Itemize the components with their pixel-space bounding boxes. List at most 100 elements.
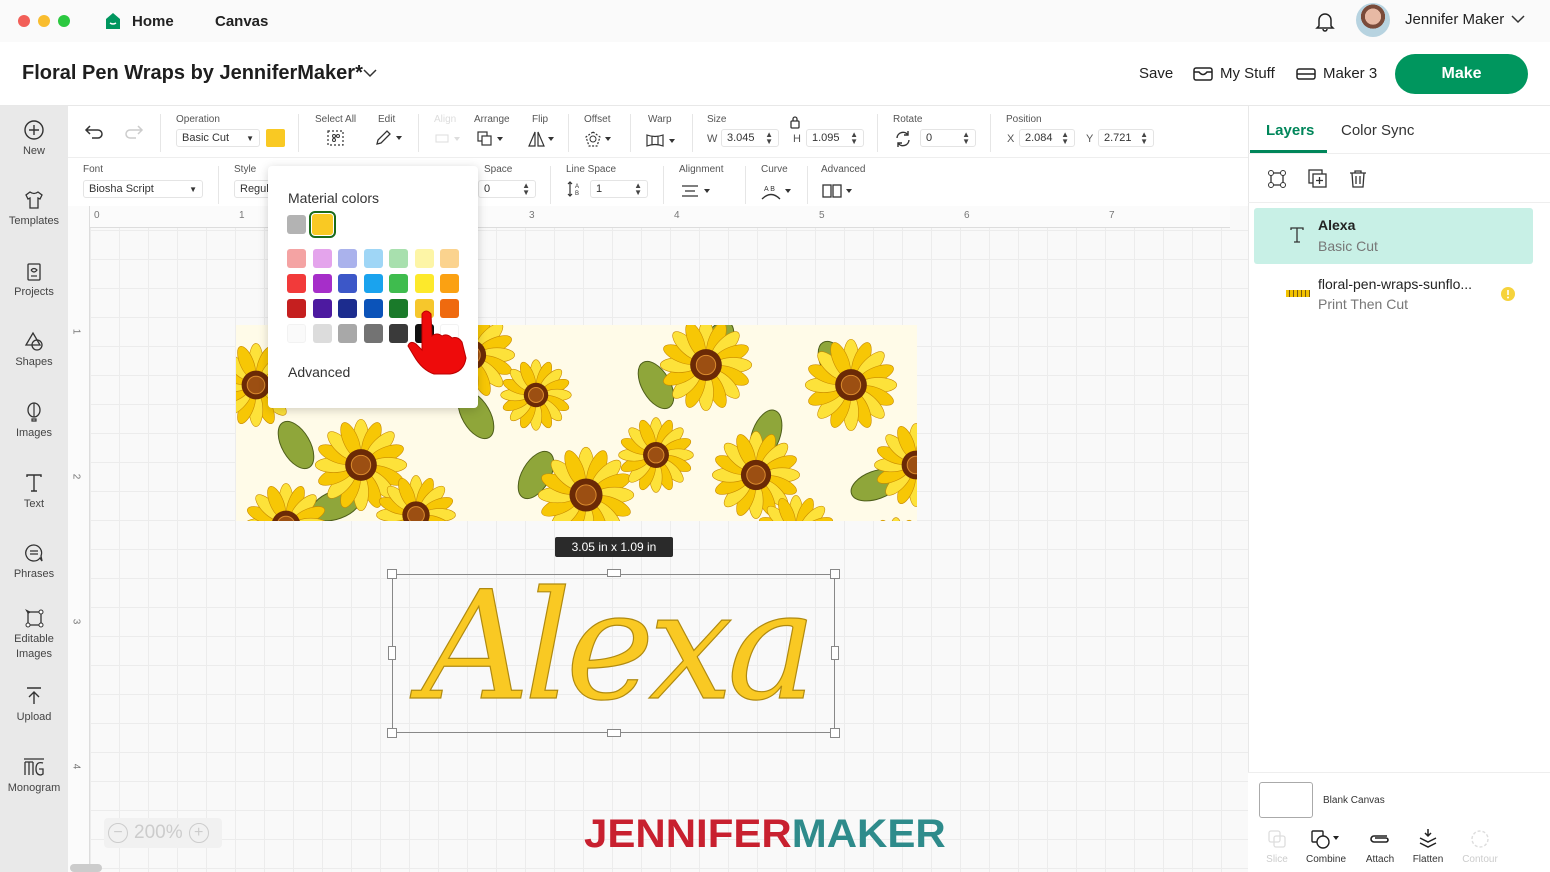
select-all-icon[interactable] bbox=[326, 129, 346, 147]
font-select[interactable]: Biosha Script ▼ bbox=[83, 180, 203, 198]
machine-button[interactable]: Maker 3 bbox=[1296, 65, 1377, 82]
color-swatch[interactable] bbox=[338, 249, 357, 268]
zoom-out-icon[interactable]: − bbox=[108, 823, 128, 843]
slice-button[interactable]: Slice bbox=[1251, 828, 1303, 865]
user-name[interactable]: Jennifer Maker bbox=[1405, 11, 1504, 28]
slice-label: Slice bbox=[1266, 854, 1288, 865]
color-swatch[interactable] bbox=[414, 249, 434, 268]
color-swatch[interactable] bbox=[312, 249, 332, 268]
operation-color-swatch[interactable] bbox=[266, 129, 285, 147]
recent-color-swatch[interactable] bbox=[287, 215, 306, 234]
color-swatch[interactable] bbox=[312, 274, 332, 293]
close-window-button[interactable] bbox=[18, 15, 30, 27]
sidebar-item-projects[interactable]: Projects bbox=[0, 260, 68, 298]
color-swatch[interactable] bbox=[287, 249, 306, 268]
warning-icon[interactable] bbox=[1500, 286, 1516, 302]
color-swatch[interactable] bbox=[363, 274, 383, 293]
nav-home[interactable]: Home bbox=[104, 10, 174, 32]
color-swatch[interactable] bbox=[363, 249, 383, 268]
stepper-icon[interactable]: ▲ ▼ bbox=[1061, 131, 1069, 146]
undo-icon[interactable] bbox=[84, 123, 106, 141]
tab-layers[interactable]: Layers bbox=[1266, 122, 1314, 139]
alexa-text-object[interactable]: Alexa bbox=[396, 561, 836, 732]
layer-item-alexa[interactable]: Alexa Basic Cut bbox=[1254, 208, 1533, 264]
duplicate-icon[interactable] bbox=[1307, 168, 1329, 190]
offset-icon[interactable] bbox=[584, 130, 614, 148]
position-y-input[interactable]: 2.721 ▲ ▼ bbox=[1098, 129, 1154, 147]
resize-handle[interactable] bbox=[388, 646, 396, 660]
color-swatch[interactable] bbox=[338, 274, 357, 293]
sidebar-item-shapes[interactable]: Shapes bbox=[0, 330, 68, 368]
color-swatch[interactable] bbox=[312, 324, 332, 343]
color-swatch[interactable] bbox=[312, 299, 332, 318]
width-input[interactable]: 3.045 ▲ ▼ bbox=[721, 129, 779, 147]
minimize-window-button[interactable] bbox=[38, 15, 50, 27]
trash-icon[interactable] bbox=[1347, 168, 1369, 190]
recent-color-swatch[interactable] bbox=[309, 211, 336, 238]
attach-button[interactable]: Attach bbox=[1354, 828, 1406, 865]
stepper-icon[interactable]: ▲ ▼ bbox=[634, 182, 642, 197]
tab-color-sync[interactable]: Color Sync bbox=[1341, 122, 1414, 139]
color-swatch[interactable] bbox=[363, 324, 383, 343]
arrange-icon[interactable] bbox=[476, 130, 506, 148]
color-swatch[interactable] bbox=[287, 274, 306, 293]
layer-item-floral-pen-wraps[interactable]: floral-pen-wraps-sunflo... Print Then Cu… bbox=[1254, 270, 1533, 320]
height-input[interactable]: 1.095 ▲ ▼ bbox=[806, 129, 864, 147]
sidebar-item-upload[interactable]: Upload bbox=[0, 685, 68, 723]
sidebar-item-phrases[interactable]: Phrases bbox=[0, 542, 68, 580]
sidebar-item-text[interactable]: Text bbox=[0, 472, 68, 510]
sidebar-item-new[interactable]: New bbox=[0, 119, 68, 157]
chevron-down-icon[interactable] bbox=[362, 66, 378, 80]
color-swatch[interactable] bbox=[287, 299, 306, 318]
color-swatch[interactable] bbox=[389, 249, 408, 268]
chevron-down-icon[interactable] bbox=[1510, 12, 1526, 26]
ruler-tick: 2 bbox=[70, 473, 82, 480]
color-swatch[interactable] bbox=[287, 324, 306, 343]
rotate-input[interactable]: 0 ▲ ▼ bbox=[920, 129, 976, 147]
letter-space-input[interactable]: 0 ▲ ▼ bbox=[478, 180, 536, 198]
zoom-in-icon[interactable]: + bbox=[188, 823, 209, 843]
blank-canvas-swatch[interactable] bbox=[1259, 782, 1313, 818]
color-swatch[interactable] bbox=[389, 274, 408, 293]
stepper-icon[interactable]: ▲ ▼ bbox=[522, 182, 530, 197]
redo-icon[interactable] bbox=[122, 123, 144, 141]
sidebar-item-editable-images[interactable]: Editable Images bbox=[0, 606, 68, 662]
position-x-input[interactable]: 2.084 ▲ ▼ bbox=[1019, 129, 1075, 147]
curve-icon[interactable]: A B bbox=[760, 182, 794, 200]
color-swatch[interactable] bbox=[338, 324, 357, 343]
color-swatch[interactable] bbox=[338, 299, 357, 318]
flatten-button[interactable]: Flatten bbox=[1402, 828, 1454, 865]
avatar[interactable] bbox=[1356, 3, 1390, 37]
flip-icon[interactable] bbox=[526, 130, 556, 148]
advanced-icon[interactable] bbox=[821, 183, 855, 199]
warp-icon[interactable] bbox=[645, 132, 679, 148]
alignment-icon[interactable] bbox=[680, 183, 712, 199]
stepper-icon[interactable]: ▲ ▼ bbox=[850, 131, 858, 146]
group-icon[interactable] bbox=[1266, 168, 1288, 190]
contour-button[interactable]: Contour bbox=[1454, 828, 1506, 865]
advanced-colors-link[interactable]: Advanced bbox=[288, 364, 350, 380]
sidebar-item-images[interactable]: Images bbox=[0, 401, 68, 439]
stepper-icon[interactable]: ▲ ▼ bbox=[1140, 131, 1148, 146]
operation-select[interactable]: Basic Cut ▼ bbox=[176, 129, 260, 147]
sidebar-item-templates[interactable]: Templates bbox=[0, 189, 68, 227]
color-swatch[interactable] bbox=[440, 274, 459, 293]
stepper-icon[interactable]: ▲ ▼ bbox=[765, 131, 773, 146]
notification-bell-icon[interactable] bbox=[1314, 10, 1336, 32]
horizontal-scrollbar[interactable] bbox=[70, 864, 102, 872]
stepper-icon[interactable]: ▲ ▼ bbox=[962, 131, 970, 146]
nav-canvas[interactable]: Canvas bbox=[215, 13, 268, 30]
save-button[interactable]: Save bbox=[1139, 65, 1173, 82]
combine-button[interactable]: Combine bbox=[1300, 828, 1352, 865]
sidebar-item-monogram[interactable]: Monogram bbox=[0, 756, 68, 794]
color-swatch[interactable] bbox=[363, 299, 383, 318]
project-title[interactable]: Floral Pen Wraps by JenniferMaker* bbox=[22, 62, 363, 85]
my-stuff-button[interactable]: My Stuff bbox=[1193, 65, 1275, 82]
line-space-input[interactable]: 1 ▲ ▼ bbox=[590, 180, 648, 198]
pencil-icon[interactable] bbox=[374, 129, 404, 147]
color-swatch[interactable] bbox=[414, 274, 434, 293]
color-swatch[interactable] bbox=[440, 249, 459, 268]
maximize-window-button[interactable] bbox=[58, 15, 70, 27]
lock-icon[interactable] bbox=[789, 115, 801, 129]
make-button[interactable]: Make bbox=[1395, 54, 1528, 94]
